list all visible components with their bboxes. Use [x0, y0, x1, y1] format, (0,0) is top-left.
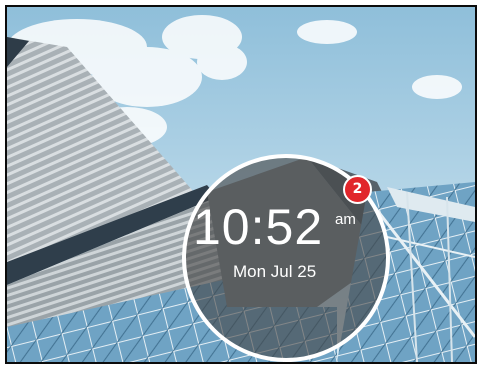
clock-date: Mon Jul 25 — [233, 262, 317, 281]
screen: 10:52 am Mon Jul 25 2 — [0, 0, 480, 366]
notification-badge[interactable]: 2 — [343, 175, 372, 204]
clock-time: 10:52 — [193, 199, 324, 255]
lock-screen[interactable] — [5, 5, 477, 364]
clock-ampm: am — [335, 211, 356, 228]
